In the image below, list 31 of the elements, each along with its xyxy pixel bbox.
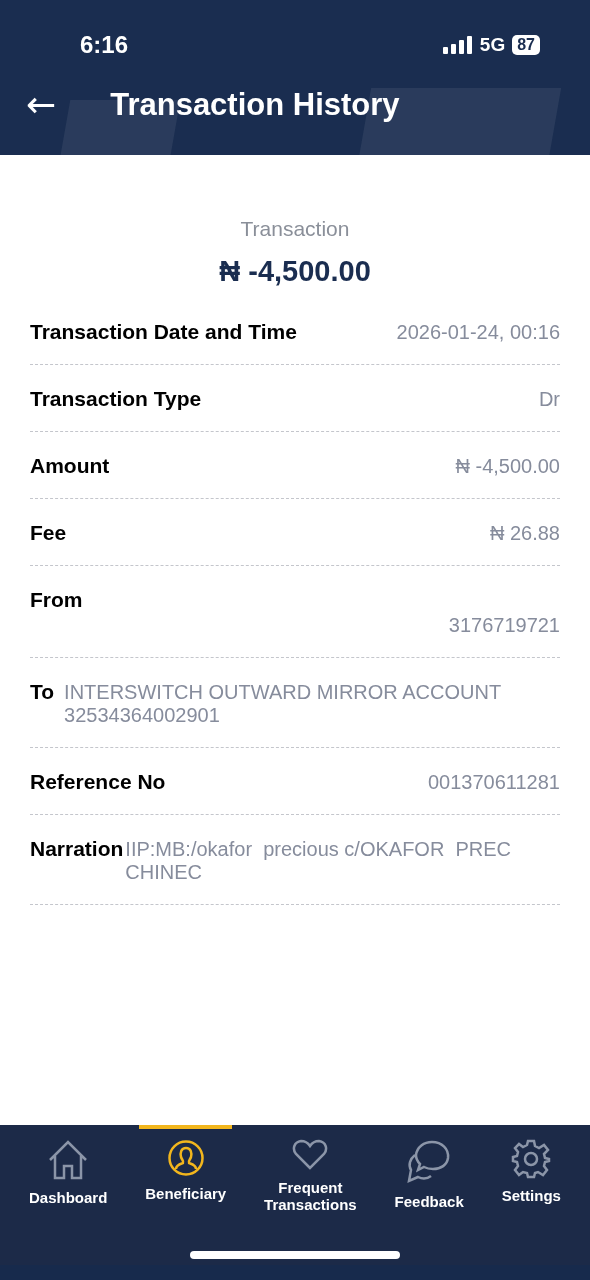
heart-icon	[292, 1139, 329, 1171]
detail-label: Amount	[30, 454, 110, 478]
summary-label: Transaction	[239, 217, 351, 241]
summary-amount: ₦ -4,500.00	[218, 255, 372, 288]
detail-value: 3176719721	[448, 614, 560, 637]
detail-label: Transaction Type	[30, 387, 202, 411]
nav-tab[interactable]: Dashboard	[22, 1125, 114, 1265]
network-label: 5G	[479, 34, 506, 56]
detail-label: To	[30, 680, 55, 704]
detail-label: From	[30, 588, 84, 612]
detail-label: Fee	[30, 521, 67, 545]
status-time: 6:16	[80, 31, 129, 59]
detail-label: Narration	[30, 837, 124, 861]
detail-value: IIP:MB:/okafor precious c/OKAFOR PREC CHINEC	[125, 838, 512, 884]
person-icon	[166, 1139, 205, 1177]
detail-value: INTERSWITCH OUTWARD MIRROR ACCOUNT 32534364002901	[64, 681, 502, 727]
detail-value: 001370611281	[428, 771, 560, 794]
detail-value: ₦ -4,500.00	[455, 455, 560, 478]
detail-value: 2026-01-24, 00:16	[396, 321, 560, 344]
nav-tab[interactable]: Settings	[495, 1125, 567, 1265]
detail-label: Reference No	[30, 770, 166, 794]
detail-label: Transaction Date and Time	[30, 320, 297, 344]
signal-icon	[442, 36, 473, 54]
battery-level: 87	[512, 35, 540, 55]
nav-tab[interactable]: Frequent Transactions	[258, 1125, 363, 1265]
nav-tab[interactable]: Feedback	[388, 1125, 470, 1265]
page-title: Transaction History	[110, 87, 400, 123]
back-button[interactable]: ←	[26, 87, 57, 123]
detail-value: ₦ 26.88	[489, 522, 560, 545]
gear-icon	[511, 1139, 552, 1179]
detail-value: Dr	[538, 388, 560, 411]
